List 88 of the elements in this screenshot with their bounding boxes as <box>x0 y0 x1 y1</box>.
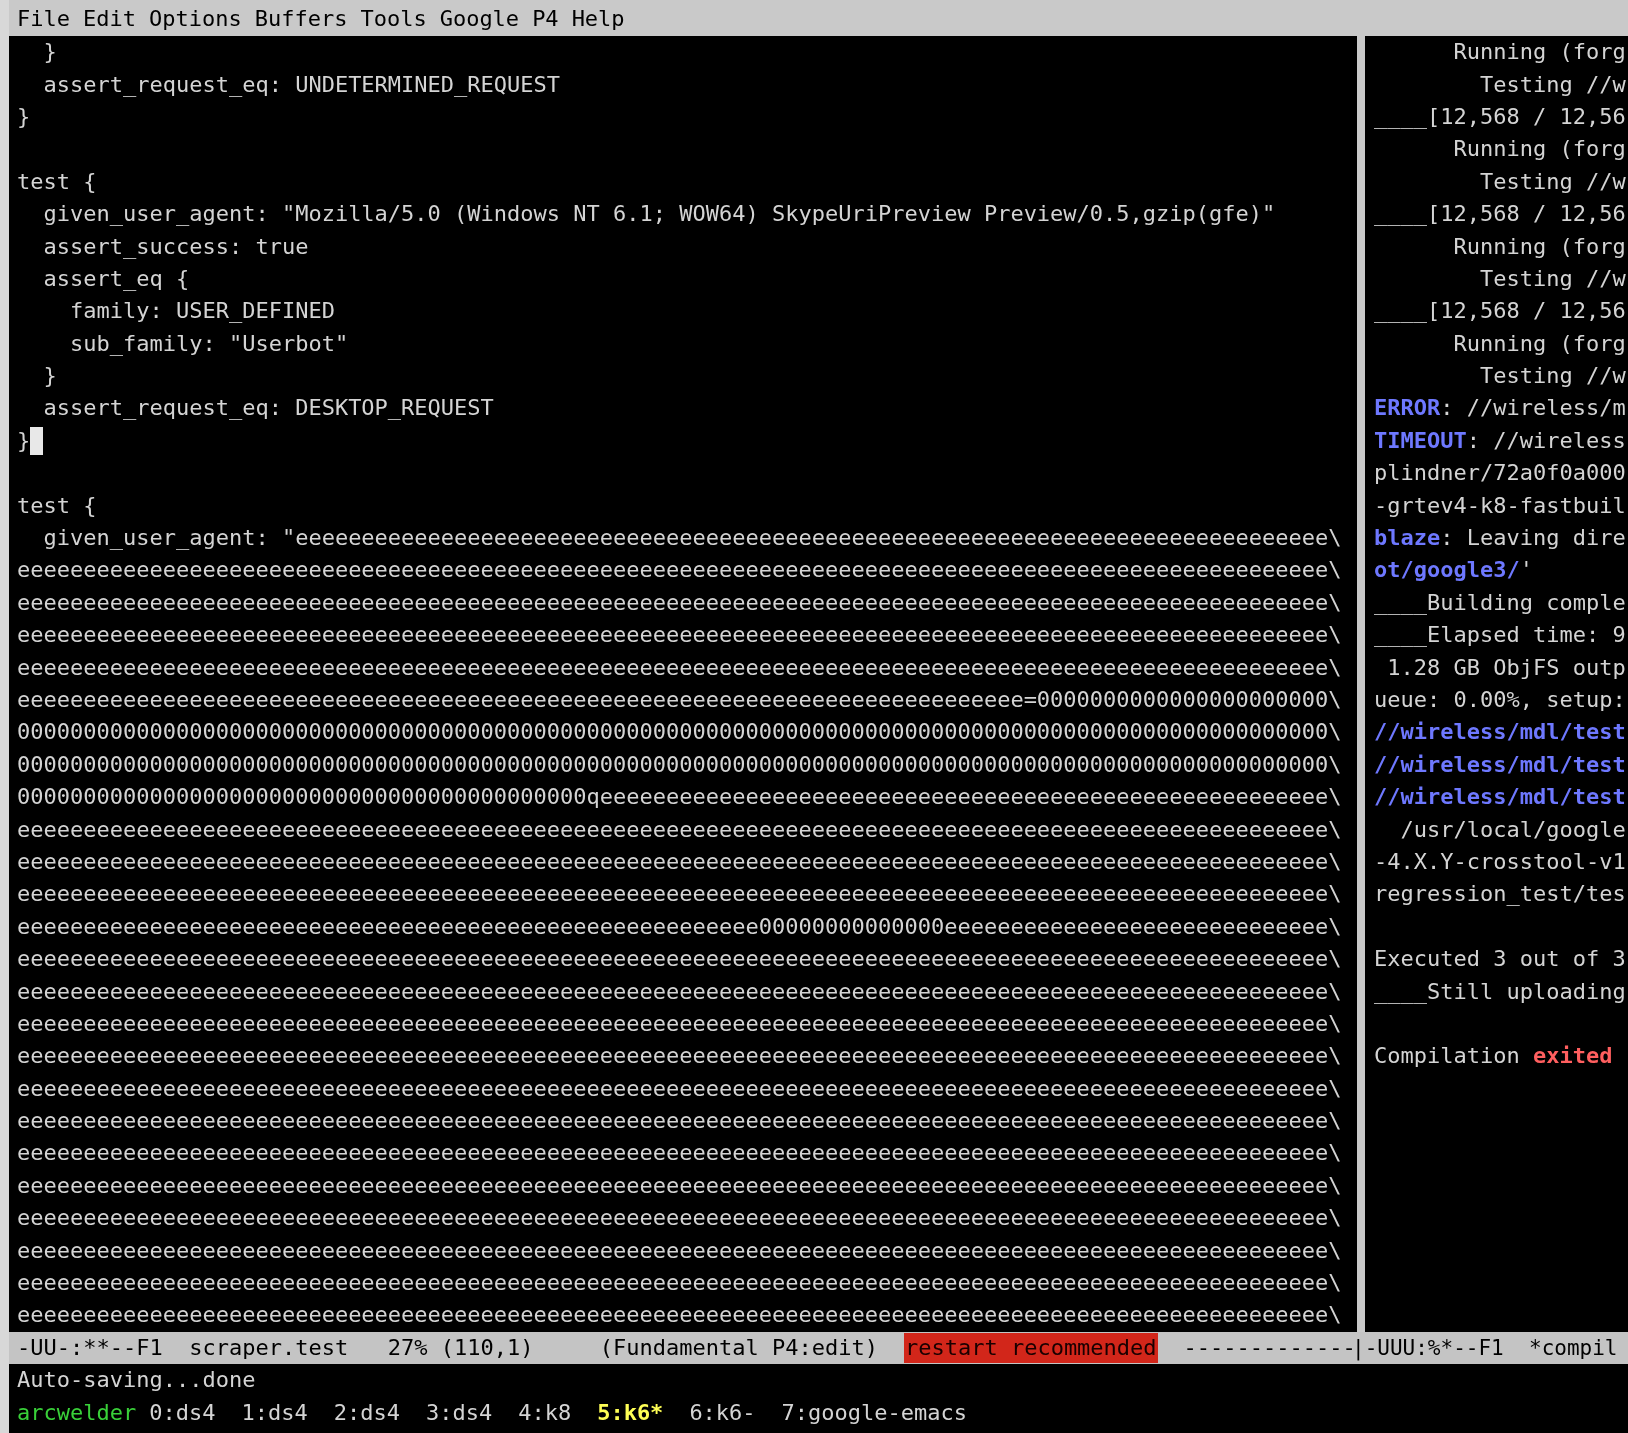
code-line: eeeeeeeeeeeeeeeeeeeeeeeeeeeeeeeeeeeeeeeeeeeeeeeeeeeeeeeeeeeeeeeeeeeeeeeeeeeeeeeeeeeeeeeeeeeeeeeeeee\ <box>17 588 1342 617</box>
window-tab[interactable]: 4:k8 <box>518 1398 572 1427</box>
menu-item[interactable]: Edit <box>83 5 136 31</box>
code-line: test { <box>17 491 97 520</box>
menu-item[interactable]: Tools <box>360 5 427 31</box>
code-line: eeeeeeeeeeeeeeeeeeeeeeeeeeeeeeeeeeeeeeeeeeeeeeeeeeeeeeeeeeeeeeeeeeeeeeeeeeeeeeeeeeeeeeeeeeeeeeeeeee\ <box>17 653 1342 682</box>
code-line: assert_request_eq: DESKTOP_REQUEST <box>42 394 494 423</box>
window-tab[interactable]: 6:k6- <box>689 1398 756 1427</box>
code-line: sub_family: "Userbot" <box>68 329 349 358</box>
code-line: eeeeeeeeeeeeeeeeeeeeeeeeeeeeeeeeeeeeeeeeeeeeeeeeeeeeeeeeeeeeeeeeeeeeeeeeeeeeeeeeeeeeeeeeeeeeeeeeeee\ <box>17 1236 1342 1265</box>
code-line: eeeeeeeeeeeeeeeeeeeeeeeeeeeeeeeeeeeeeeeeeeeeeeeeeeeeeeeeeeeeeeeeeeeeeeeeeeeeeeeeeeeeeeeeeeeeeeeeeee\ <box>17 1139 1342 1168</box>
code-line: given_user_agent: "eeeeeeeeeeeeeeeeeeeeeeeeeeeeeeeeeeeeeeeeeeeeeeeeeeeeeeeeeeeeeeeeeeeeeeeeeeeeee\ <box>42 524 1342 553</box>
output-line: Executed 3 out of 3 <box>1374 945 1626 974</box>
code-line: eeeeeeeeeeeeeeeeeeeeeeeeeeeeeeeeeeeeeeeeeeeeeeeeeeeeeeeeeeeeeeeeeeeeeeeeeeeeeeeeeeeeeeeeeeeeeeeeeee\ <box>17 1042 1342 1071</box>
code-line: eeeeeeeeeeeeeeeeeeeeeeeeeeeeeeeeeeeeeeeeeeeeeeeeeeeeeeeeeeeeeeeeeeeeeeeeeeeeeeeeeeeeeeeeeeeeeeeeeee\ <box>17 1204 1342 1233</box>
output-line: ____[12,568 / 12,56 <box>1374 200 1626 229</box>
code-line: eeeeeeeeeeeeeeeeeeeeeeeeeeeeeeeeeeeeeeeeeeeeeeeeeeeeeeeeeeeeeeeeeeeeeeeeeeeeeeeeeeeeeeeeeeeeeeeeeee\ <box>17 1301 1342 1330</box>
output-line: ____[12,568 / 12,56 <box>1374 102 1626 131</box>
code-line: eeeeeeeeeeeeeeeeeeeeeeeeeeeeeeeeeeeeeeeeeeeeeeeeeeeeeeeeeeeeeeeeeeeeeeeeeeeeeeeeeeeeeeeeeeeeeeeeeee\ <box>17 815 1342 844</box>
output-line: ____Still uploading <box>1374 977 1626 1006</box>
output-line: Running (forg <box>1452 135 1626 164</box>
output-line: 1.28 GB ObjFS outp <box>1386 653 1626 682</box>
code-line: eeeeeeeeeeeeeeeeeeeeeeeeeeeeeeeeeeeeeeeeeeeeeeeeeeeeeeeeeeeeeeeeeeeeeeeeeeeeeeeeeeeeeeeeeeeeeeeeeee\ <box>17 1171 1342 1200</box>
code-line: eeeeeeeeeeeeeeeeeeeeeeeeeeeeeeeeeeeeeeeeeeeeeeeeeeeeeeeeeeeeeeeeeeeeeeeeeeeeeeeeeeeeeeeeeeeeeeeeeee\ <box>17 1009 1342 1038</box>
code-line: } <box>17 102 31 131</box>
code-line: eeeeeeeeeeeeeeeeeeeeeeeeeeeeeeeeeeeeeeeeeeeeeeeeeeeeeeeeeeeeeeeeeeeeeeeeeeeeeeeeeeeeeeeeeeeeeeeeeee\ <box>17 847 1342 876</box>
code-line: eeeeeeeeeeeeeeeeeeeeeeeeeeeeeeeeeeeeeeeeeeeeeeeeeeeeeeeeeeeeeeeeeeeeeeeeeeeeeeeeeeeeeeeeeeeeeeeeeee\ <box>17 621 1342 650</box>
output-line: -4.X.Y-crosstool-v1 <box>1374 847 1626 876</box>
session-name: arcwelder <box>17 1398 137 1427</box>
menu-item[interactable]: Buffers <box>254 5 348 31</box>
code-line: family: USER_DEFINED <box>68 297 335 326</box>
code-line: assert_request_eq: UNDETERMINED_REQUEST <box>42 70 561 99</box>
window-tab[interactable]: 0:ds4 <box>149 1398 216 1427</box>
output-line: Testing //w <box>1478 70 1626 99</box>
code-line: } <box>42 362 57 391</box>
code-line: 000000000000000000000000000000000000000000000000000000000000000000000000000000000000000000000000000\ <box>17 750 1342 779</box>
output-line: ____Building comple <box>1374 588 1626 617</box>
window-tab[interactable]: 5:k6* <box>597 1398 664 1427</box>
code-line: } <box>17 426 31 455</box>
warning-label: restart recommended <box>903 1332 1158 1363</box>
code-line: eeeeeeeeeeeeeeeeeeeeeeeeeeeeeeeeeeeeeeeeeeeeeeeeeeeeeeeeeeeeeeeeeeeeeeeeeeeeeeeeeeeeeeeeeeeeeeeeeee\ <box>17 1107 1342 1136</box>
menu-item[interactable]: Google <box>439 5 520 31</box>
code-line: eeeeeeeeeeeeeeeeeeeeeeeeeeeeeeeeeeeeeeeeeeeeeeeeeeeeeeeeeeeeeeeeeeeeeeeeeeee=0000000000000000000000\ <box>17 686 1342 714</box>
output-line: ERROR: //wireless/m <box>1374 394 1626 423</box>
output-line: plindner/72a0f0a000 <box>1374 459 1626 488</box>
code-line: eeeeeeeeeeeeeeeeeeeeeeeeeeeeeeeeeeeeeeeeeeeeeeeeeeeeeeeeeeeeeeeeeeeeeeeeeeeeeeeeeeeeeeeeeeeeeeeeeee\ <box>17 1074 1342 1103</box>
output-line: //wireless/mdl/test <box>1374 783 1626 812</box>
code-line: eeeeeeeeeeeeeeeeeeeeeeeeeeeeeeeeeeeeeeeeeeeeeeeeeeeeeeeeeeeeeeeeeeeeeeeeeeeeeeeeeeeeeeeeeeeeeeeeeee\ <box>17 880 1342 909</box>
code-line: } <box>42 38 57 67</box>
output-line: //wireless/mdl/test <box>1374 718 1626 747</box>
output-line: Testing //w <box>1478 264 1626 293</box>
code-line: eeeeeeeeeeeeeeeeeeeeeeeeeeeeeeeeeeeeeeeeeeeeeeeeeeeeeeeeeeeeeeeeeeeeeeeeeeeeeeeeeeeeeeeeeeeeeeeeeee\ <box>17 977 1342 1006</box>
window-tab[interactable]: 3:ds4 <box>425 1398 493 1427</box>
echo-message: Auto-saving...done <box>17 1366 256 1395</box>
code-line: 0000000000000000000000000000000000000000000qeeeeeeeeeeeeeeeeeeeeeeeeeeeeeeeeeeeeeeeeeeeeeeeeeeeeeee\ <box>17 783 1342 812</box>
output-line: blaze: Leaving dire <box>1374 524 1626 553</box>
output-line: Running (forg <box>1452 38 1626 67</box>
output-line: -grtev4-k8-fastbuil <box>1374 491 1626 520</box>
output-line: Running (forg <box>1452 232 1626 261</box>
code-line: 000000000000000000000000000000000000000000000000000000000000000000000000000000000000000000000000000\ <box>17 718 1342 747</box>
code-line: test { <box>17 167 97 196</box>
code-line: eeeeeeeeeeeeeeeeeeeeeeeeeeeeeeeeeeeeeeeeeeeeeeeeeeeeeeeeeeeeeeeeeeeeeeeeeeeeeeeeeeeeeeeeeeeeeeeeeee\ <box>17 945 1342 974</box>
code-line: given_user_agent: "Mozilla/5.0 (Windows NT 6.1; WOW64) SkypeUriPreview Preview/0.5,gzip(gfe)" <box>42 200 1276 229</box>
code-line: eeeeeeeeeeeeeeeeeeeeeeeeeeeeeeeeeeeeeeeeeeeeeeeeeeeeeeeeeeeeeeeeeeeeeeeeeeeeeeeeeeeeeeeeeeeeeeeeeee\ <box>17 556 1342 585</box>
output-line: ____[12,568 / 12,56 <box>1374 297 1626 326</box>
output-line: TIMEOUT: //wireless <box>1374 426 1626 455</box>
output-line: ____Elapsed time: 9 <box>1374 621 1626 650</box>
output-line: //wireless/mdl/test <box>1374 750 1626 779</box>
output-line: ueue: 0.00%, setup: <box>1374 686 1626 714</box>
menu-item[interactable]: P4 <box>532 5 559 31</box>
code-line: assert_success: true <box>42 232 309 261</box>
output-line: Running (forg <box>1452 329 1626 358</box>
output-line: ot/google3/' <box>1374 556 1533 585</box>
code-line: assert_eq { <box>42 264 190 293</box>
output-line: Testing //w <box>1478 167 1626 196</box>
menu-item[interactable]: Options <box>148 5 242 31</box>
code-line: eeeeeeeeeeeeeeeeeeeeeeeeeeeeeeeeeeeeeeeeeeeeeeeeeeeeeeeeeeeeeeeeeeeeeeeeeeeeeeeeeeeeeeeeeeeeeeeeeee\ <box>17 1269 1342 1298</box>
menu-item[interactable]: File <box>17 5 70 31</box>
output-line: Compilation exited <box>1374 1042 1613 1071</box>
window-tab[interactable]: 1:ds4 <box>241 1398 308 1427</box>
buffer-status: -UU-:**--F1 scraper.test 27% (110,1) (Fundamental P4:edit) <box>17 1334 878 1361</box>
window-tab[interactable]: 2:ds4 <box>333 1398 400 1427</box>
output-line: regression_test/tes <box>1374 880 1626 909</box>
menu-item[interactable]: Help <box>571 5 625 31</box>
output-line: Testing //w <box>1478 362 1626 391</box>
code-line: eeeeeeeeeeeeeeeeeeeeeeeeeeeeeeeeeeeeeeeeeeeeeeeeeeeeeeee00000000000000eeeeeeeeeeeeeeeeeeeeeeeeeeeee\ <box>17 912 1342 941</box>
output-line: /usr/local/google <box>1399 815 1626 844</box>
window-tab[interactable]: 7:google-emacs <box>781 1398 968 1427</box>
